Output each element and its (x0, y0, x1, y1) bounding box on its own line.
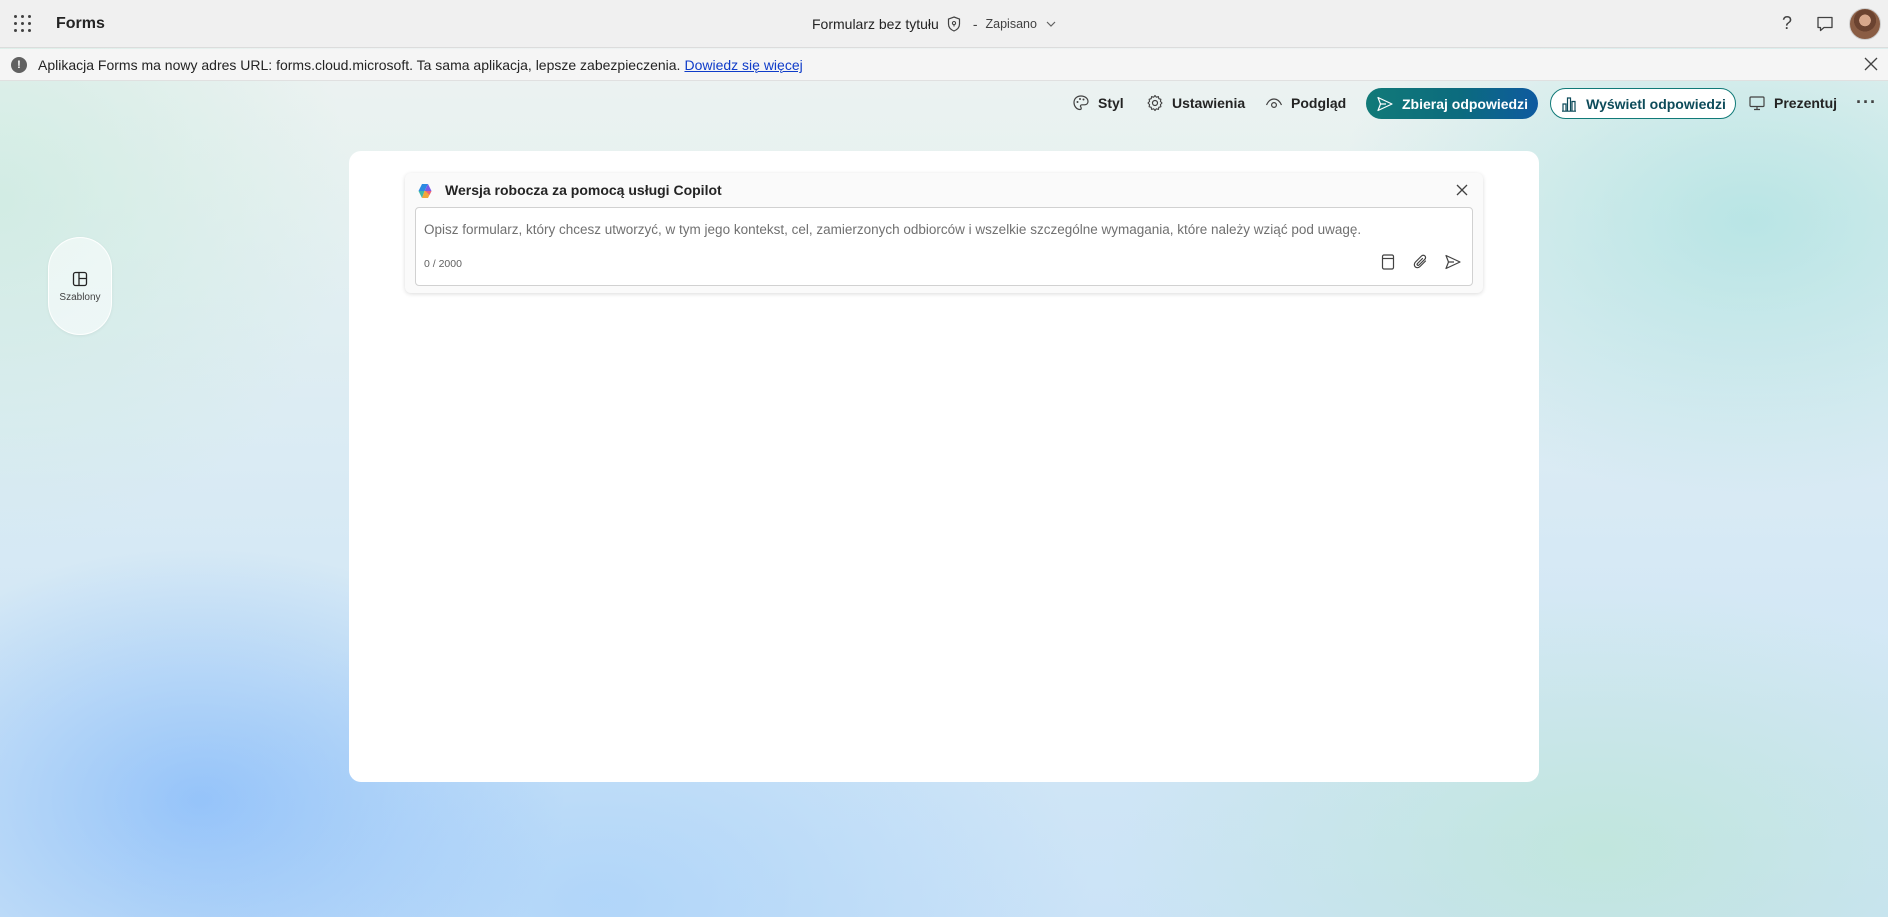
prompt-library-icon[interactable] (1379, 253, 1399, 273)
view-responses-button[interactable]: Wyświetl odpowiedzi (1550, 88, 1736, 119)
settings-label: Ustawienia (1172, 95, 1246, 111)
templates-icon (72, 271, 88, 286)
info-icon: ! (11, 57, 27, 73)
templates-button[interactable]: Szablony (48, 237, 112, 335)
feedback-icon[interactable] (1815, 14, 1835, 34)
send-icon (1377, 96, 1393, 111)
prompt-placeholder: Opisz formularz, który chcesz utworzyć, … (424, 222, 1362, 237)
copilot-title: Wersja robocza za pomocą usługi Copilot (445, 182, 722, 198)
close-icon[interactable] (1862, 55, 1880, 73)
present-icon (1749, 96, 1765, 111)
title-separator: - (972, 16, 978, 32)
notification-text: Aplikacja Forms ma nowy adres URL: forms… (38, 57, 803, 73)
form-title-area[interactable]: Formularz bez tytułu - Zapisano (812, 14, 1057, 34)
copilot-panel: Wersja robocza za pomocą usługi Copilot … (405, 173, 1483, 293)
form-title[interactable]: Formularz bez tytułu (812, 16, 939, 32)
preview-button[interactable]: Podgląd (1265, 88, 1346, 118)
collect-responses-label: Zbieraj odpowiedzi (1401, 95, 1528, 112)
chevron-down-icon[interactable] (1045, 18, 1057, 30)
palette-icon (1073, 95, 1089, 111)
shield-icon[interactable] (947, 16, 961, 32)
send-icon[interactable] (1444, 253, 1464, 273)
present-button[interactable]: Prezentuj (1748, 88, 1837, 118)
top-header: Forms Formularz bez tytułu - Zapisano ? (0, 0, 1888, 48)
notification-bar: ! Aplikacja Forms ma nowy adres URL: for… (0, 49, 1888, 81)
copilot-prompt-input[interactable]: Opisz formularz, który chcesz utworzyć, … (415, 207, 1473, 286)
gear-icon (1147, 94, 1163, 112)
settings-button[interactable]: Ustawienia (1146, 88, 1245, 118)
style-label: Styl (1098, 95, 1124, 111)
save-status: Zapisano (985, 17, 1037, 31)
preview-label: Podgląd (1291, 95, 1347, 111)
close-icon[interactable] (1454, 182, 1470, 198)
notification-message: Aplikacja Forms ma nowy adres URL: forms… (38, 57, 681, 73)
character-counter: 0 / 2000 (424, 258, 462, 270)
help-icon[interactable]: ? (1777, 13, 1797, 35)
app-name[interactable]: Forms (56, 15, 105, 33)
style-button[interactable]: Styl (1072, 88, 1124, 118)
learn-more-link[interactable]: Dowiedz się więcej (684, 57, 802, 73)
eye-icon (1265, 98, 1283, 109)
bar-chart-icon (1562, 96, 1577, 112)
present-label: Prezentuj (1774, 95, 1838, 111)
attach-icon[interactable] (1412, 253, 1432, 273)
copilot-icon (418, 184, 432, 198)
templates-label: Szablony (59, 291, 101, 303)
collect-responses-button[interactable]: Zbieraj odpowiedzi (1366, 88, 1538, 119)
avatar[interactable] (1849, 8, 1881, 40)
app-launcher-icon[interactable] (14, 15, 32, 33)
more-options-icon[interactable]: ··· (1856, 92, 1878, 112)
view-responses-label: Wyświetl odpowiedzi (1586, 95, 1726, 112)
